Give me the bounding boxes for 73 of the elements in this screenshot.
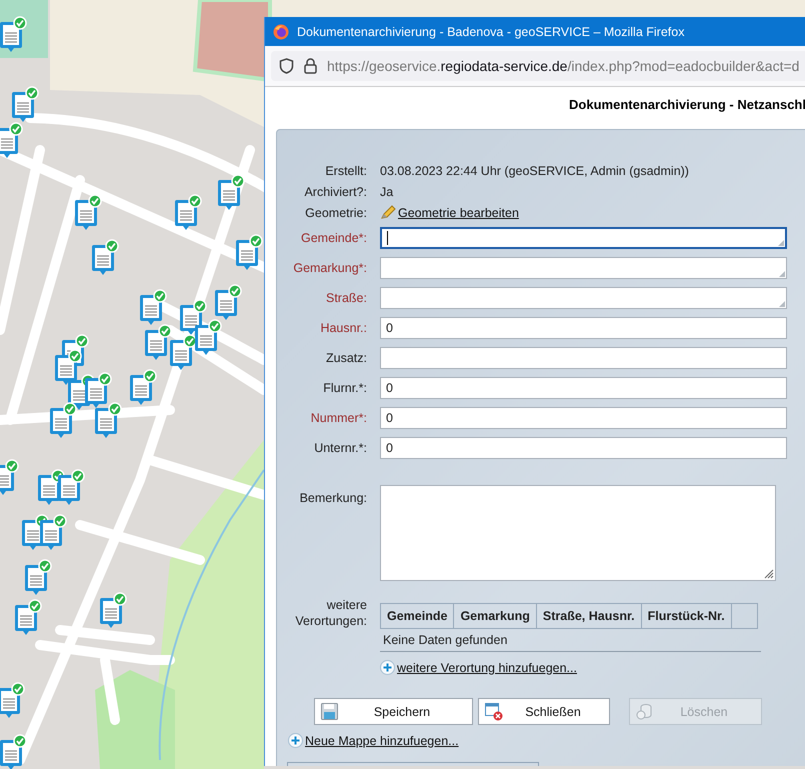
field-label: weitere Verortungen: (294, 597, 367, 629)
document-marker-icon[interactable] (0, 459, 19, 495)
page-heading: Dokumentenarchivierung - Netzanschl (568, 96, 805, 114)
document-marker-icon[interactable] (145, 324, 172, 360)
input-field[interactable]: 0 (380, 377, 787, 399)
resize-grip-icon[interactable] (779, 301, 785, 307)
field-label: Archiviert?: (303, 184, 367, 198)
field-label: Unternr.*: (313, 441, 367, 455)
input-field[interactable] (380, 347, 787, 369)
browser-logo-icon (273, 24, 289, 40)
field-label: Straße: (325, 291, 367, 305)
window-close-icon (485, 702, 503, 720)
plus-icon (380, 660, 395, 675)
plus-icon (288, 733, 303, 748)
input-field[interactable]: 0 (380, 437, 787, 459)
document-marker-icon[interactable] (0, 682, 25, 718)
url-field[interactable]: https://geoservice.regiodata-service.de/index.php?mod=eadocbuilder&act=d (271, 51, 805, 81)
document-marker-icon[interactable] (215, 284, 242, 320)
field-label: Hausnr.: (319, 321, 367, 335)
column-header: Gemeinde (381, 604, 454, 628)
save-button[interactable]: Speichern (314, 698, 473, 725)
column-header: Gemarkung (454, 604, 537, 628)
database-icon (636, 703, 653, 720)
field-label: Zusatz: (325, 351, 367, 365)
pencil-icon (380, 205, 396, 220)
document-marker-icon[interactable] (92, 239, 119, 275)
document-marker-icon[interactable] (170, 334, 197, 370)
document-marker-icon[interactable] (236, 234, 263, 270)
field-value: 03.08.2023 22:44 Uhr (geoSERVICE, Admin (gsadmin)) (380, 164, 689, 178)
url-text: https://geoservice.regiodata-service.de/index.php?mod=eadocbuilder&act=d (327, 58, 800, 74)
document-marker-icon[interactable] (0, 122, 23, 158)
resize-grip-icon[interactable] (779, 271, 785, 277)
document-marker-icon[interactable] (130, 369, 157, 405)
empty-message: Keine Daten gefunden (380, 629, 761, 652)
input-field[interactable]: 0 (380, 407, 787, 429)
resize-grip-icon[interactable] (778, 240, 784, 246)
window-title: Dokumentenarchivierung - Badenova - geoSERVICE – Mozilla Firefox (297, 24, 684, 38)
column-header: Flurstück-Nr. (642, 604, 732, 628)
shield-icon[interactable] (279, 58, 294, 74)
document-marker-icon[interactable] (15, 599, 42, 635)
edit-geometry-link[interactable]: Geometrie bearbeiten (380, 205, 519, 220)
field-label: Geometrie: (304, 206, 367, 220)
field-label: Erstellt: (324, 164, 367, 178)
document-marker-icon[interactable] (195, 319, 222, 355)
close-button[interactable]: Schließen (478, 698, 610, 725)
document-marker-icon[interactable] (0, 16, 27, 52)
lock-icon[interactable] (304, 58, 317, 74)
field-label: Gemarkung*: (292, 261, 367, 275)
column-header: Straße, Hausnr. (536, 604, 642, 628)
resize-grip-icon[interactable] (764, 569, 774, 579)
field-label: Flurnr.*: (322, 381, 367, 395)
field-value: Ja (380, 184, 394, 198)
document-marker-icon[interactable] (100, 592, 127, 628)
document-marker-icon[interactable] (218, 174, 245, 210)
document-marker-icon[interactable] (40, 514, 67, 550)
field-label: Gemeinde*: (300, 231, 367, 245)
field-label: Nummer*: (310, 411, 367, 425)
document-marker-icon[interactable] (140, 289, 167, 325)
new-folder-link[interactable]: Neue Mappe hinzufuegen... (288, 733, 459, 748)
text-area[interactable] (380, 227, 787, 249)
document-marker-icon[interactable] (25, 559, 52, 595)
document-marker-icon[interactable] (75, 194, 102, 230)
document-marker-icon[interactable] (95, 402, 122, 438)
document-marker-icon[interactable] (0, 734, 27, 769)
document-marker-icon[interactable] (50, 402, 77, 438)
add-location-link[interactable]: weitere Verortung hinzufuegen... (380, 660, 577, 675)
document-marker-icon[interactable] (12, 86, 39, 122)
document-marker-icon[interactable] (58, 469, 85, 505)
document-marker-icon[interactable] (85, 372, 112, 408)
document-marker-icon[interactable] (55, 349, 82, 385)
document-marker-icon[interactable] (175, 194, 202, 230)
field-label: Bemerkung: (298, 490, 367, 505)
input-field[interactable]: 0 (380, 317, 787, 339)
